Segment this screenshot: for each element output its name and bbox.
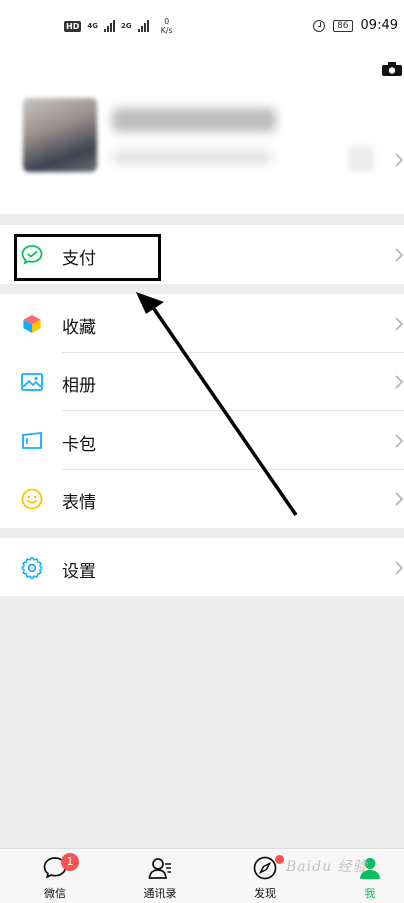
features-group: 收藏 相册 卡包 表情 [0, 294, 404, 528]
network-4g-label: 4G [87, 22, 98, 30]
qr-code-icon[interactable] [348, 146, 374, 172]
contacts-icon [148, 858, 171, 879]
new-dot-badge [275, 855, 284, 864]
settings-group: 设置 [0, 538, 404, 596]
menu-item-favorites[interactable]: 收藏 [0, 294, 404, 353]
tab-label: 发现 [254, 887, 276, 900]
chevron-right-icon [395, 248, 404, 262]
chevron-right-icon [395, 561, 404, 575]
tab-contacts[interactable]: 通讯录 [120, 849, 200, 903]
menu-label: 收藏 [62, 318, 96, 338]
network-2g-label: 2G [120, 22, 132, 30]
menu-label: 设置 [62, 562, 96, 582]
chevron-right-icon [395, 492, 404, 506]
tab-label: 微信 [44, 887, 66, 900]
status-bar: HD 4G 2G 0 K/s 86 09:49 [0, 0, 404, 48]
speed-value: 0 [164, 17, 170, 26]
profile-name-redacted [112, 108, 276, 132]
smiley-icon [21, 488, 43, 510]
status-right: 86 09:49 [313, 18, 398, 33]
menu-label: 相册 [62, 376, 96, 396]
card-icon [22, 431, 42, 449]
chevron-right-icon [395, 317, 404, 331]
menu-item-album[interactable]: 相册 [0, 352, 404, 411]
highlight-box [14, 234, 161, 281]
hd-badge: HD [64, 20, 82, 32]
profile-id-redacted [112, 150, 272, 164]
menu-label: 表情 [62, 493, 96, 513]
tab-chats[interactable]: 1 微信 [15, 849, 95, 903]
signal-icon [137, 20, 149, 32]
network-speed: 0 K/s [161, 17, 173, 35]
tab-label: 通讯录 [143, 887, 177, 900]
chevron-right-icon [395, 375, 404, 389]
status-left: HD 4G 2G 0 K/s [64, 17, 173, 35]
picture-icon [21, 373, 43, 391]
avatar[interactable] [23, 98, 97, 172]
watermark: Baidu 经验 [286, 859, 368, 875]
menu-item-cards[interactable]: 卡包 [0, 411, 404, 470]
tab-label: 我 [364, 887, 376, 900]
profile-card[interactable] [0, 48, 404, 214]
signal-icon [103, 20, 115, 32]
chevron-right-icon [395, 153, 404, 167]
alarm-icon [313, 19, 326, 32]
status-time: 09:49 [360, 18, 398, 33]
battery-level: 86 [333, 19, 353, 32]
chevron-right-icon [395, 434, 404, 448]
cube-icon [22, 314, 42, 334]
speed-unit: K/s [160, 26, 173, 35]
screen: HD 4G 2G 0 K/s 86 09:49 支付 收藏 相册 卡包 表情 设… [0, 0, 404, 903]
menu-label: 卡包 [62, 435, 96, 455]
camera-icon[interactable] [382, 62, 402, 76]
unread-badge: 1 [61, 853, 79, 871]
gear-icon [21, 556, 43, 580]
menu-item-settings[interactable]: 设置 [0, 538, 404, 597]
menu-item-stickers[interactable]: 表情 [0, 469, 404, 528]
